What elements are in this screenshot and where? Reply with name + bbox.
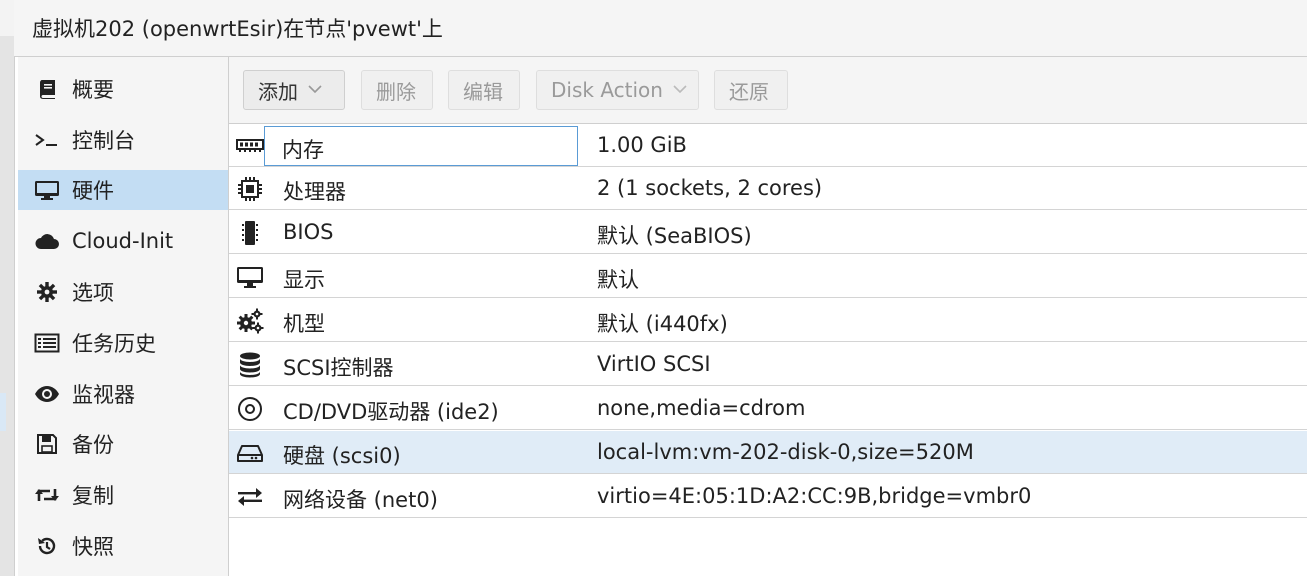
sidebar-item-options[interactable]: 选项 [18, 272, 228, 312]
revert-button[interactable]: 还原 [714, 70, 788, 110]
cdrom-icon [235, 387, 265, 430]
hardware-row-display[interactable]: 显示 默认 [229, 255, 1307, 298]
sidebar-item-console[interactable]: 控制台 [18, 120, 228, 160]
hardware-row-name: 网络设备 (net0) [283, 488, 438, 512]
hardware-row-value: 2 (1 sockets, 2 cores) [597, 176, 823, 200]
edit-button-label: 编辑 [463, 79, 503, 104]
list-icon [32, 333, 62, 353]
desktop-icon [235, 255, 265, 298]
sidebar-item-label: 备份 [72, 433, 114, 457]
sidebar-item-label: 复制 [72, 484, 114, 508]
cogs-icon [235, 299, 265, 342]
disk-action-button-label: Disk Action [551, 78, 663, 102]
sidebar-item-label: 概要 [72, 78, 114, 102]
hardware-row-name: 显示 [283, 268, 325, 292]
book-icon [32, 78, 62, 100]
sidebar-nav: 概要 控制台 硬件 Cloud-Init 选项 任务历史 监视器 备份 复制 快… [18, 57, 229, 576]
hardware-row-machine[interactable]: 机型 默认 (i440fx) [229, 299, 1307, 342]
hardware-row-name: 处理器 [283, 180, 346, 204]
sidebar-item-label: 控制台 [72, 129, 135, 153]
floppy-icon [32, 433, 62, 455]
hardware-row-value: local-lvm:vm-202-disk-0,size=520M [597, 440, 974, 464]
left-panel-selection [0, 393, 6, 431]
hardware-row-harddisk[interactable]: 硬盘 (scsi0) local-lvm:vm-202-disk-0,size=… [229, 431, 1307, 474]
gear-icon [32, 281, 62, 303]
sidebar-item-hardware[interactable]: 硬件 [18, 170, 228, 210]
hardware-row-value: 1.00 GiB [597, 133, 687, 157]
hardware-row-value: 默认 [597, 268, 639, 292]
hardware-row-value: virtio=4E:05:1D:A2:CC:9B,bridge=vmbr0 [597, 484, 1032, 508]
hardware-row-bios[interactable]: BIOS 默认 (SeaBIOS) [229, 211, 1307, 254]
hardware-row-cdrom[interactable]: CD/DVD驱动器 (ide2) none,media=cdrom [229, 387, 1307, 430]
sidebar-item-label: 监视器 [72, 383, 135, 407]
revert-button-label: 还原 [729, 79, 769, 104]
sidebar-item-label: 快照 [72, 535, 114, 559]
sidebar-item-task-history[interactable]: 任务历史 [18, 323, 228, 363]
sidebar-item-snapshot[interactable]: 快照 [18, 526, 228, 566]
page-title: 虚拟机202 (openwrtEsir)在节点'pvewt'上 [32, 17, 443, 41]
delete-button-label: 删除 [376, 79, 416, 104]
hardware-row-processor[interactable]: 处理器 2 (1 sockets, 2 cores) [229, 167, 1307, 210]
memory-name-cell[interactable]: 内存 [264, 126, 578, 166]
hardware-row-name: CD/DVD驱动器 (ide2) [283, 400, 499, 424]
sidebar-item-replication[interactable]: 复制 [18, 475, 228, 515]
disk-action-button[interactable]: Disk Action [536, 70, 699, 110]
hardware-row-value: 默认 (i440fx) [597, 312, 728, 336]
hardware-row-name: 硬盘 (scsi0) [283, 444, 401, 468]
add-button[interactable]: 添加 [243, 70, 345, 110]
harddisk-icon [235, 431, 265, 474]
sidebar-item-cloud-init[interactable]: Cloud-Init [18, 221, 228, 261]
history-icon [32, 535, 62, 557]
retweet-icon [32, 485, 62, 505]
hardware-row-network[interactable]: 网络设备 (net0) virtio=4E:05:1D:A2:CC:9B,bri… [229, 475, 1307, 518]
left-panel-header [0, 0, 14, 36]
monitor-icon [32, 179, 62, 201]
title-bar: 虚拟机202 (openwrtEsir)在节点'pvewt'上 [14, 0, 1307, 57]
hardware-row-value: VirtIO SCSI [597, 352, 711, 376]
microchip-icon [235, 211, 265, 254]
toolbar: 添加 删除 编辑 Disk Action 还原 [229, 57, 1307, 124]
exchange-icon [235, 475, 265, 518]
hardware-row-name: 机型 [283, 312, 325, 336]
hardware-row-value: none,media=cdrom [597, 396, 806, 420]
sidebar-item-label: Cloud-Init [72, 229, 174, 253]
memory-icon [235, 124, 265, 167]
cpu-icon [235, 167, 265, 210]
hardware-row-name: 内存 [282, 138, 324, 162]
cloud-icon [32, 231, 62, 251]
hardware-row-name: SCSI控制器 [283, 356, 394, 380]
sidebar-item-label: 选项 [72, 281, 114, 305]
delete-button[interactable]: 删除 [361, 70, 433, 110]
database-icon [235, 343, 265, 386]
sidebar-item-label: 任务历史 [72, 332, 156, 356]
sidebar-item-label: 硬件 [72, 179, 114, 203]
eye-icon [32, 385, 62, 403]
hardware-row-name: BIOS [283, 220, 334, 244]
add-button-label: 添加 [258, 79, 298, 104]
left-panel-edge [0, 0, 15, 576]
chevron-down-icon [308, 82, 322, 98]
edit-button[interactable]: 编辑 [448, 70, 520, 110]
chevron-down-icon [673, 82, 687, 98]
sidebar-item-summary[interactable]: 概要 [18, 69, 228, 109]
hardware-row-scsi-controller[interactable]: SCSI控制器 VirtIO SCSI [229, 343, 1307, 386]
sidebar-item-backup[interactable]: 备份 [18, 424, 228, 464]
hardware-row-value: 默认 (SeaBIOS) [597, 224, 752, 248]
terminal-icon [32, 130, 62, 150]
sidebar-item-monitor[interactable]: 监视器 [18, 374, 228, 414]
hardware-row-memory[interactable]: 内存 1.00 GiB [229, 124, 1307, 167]
